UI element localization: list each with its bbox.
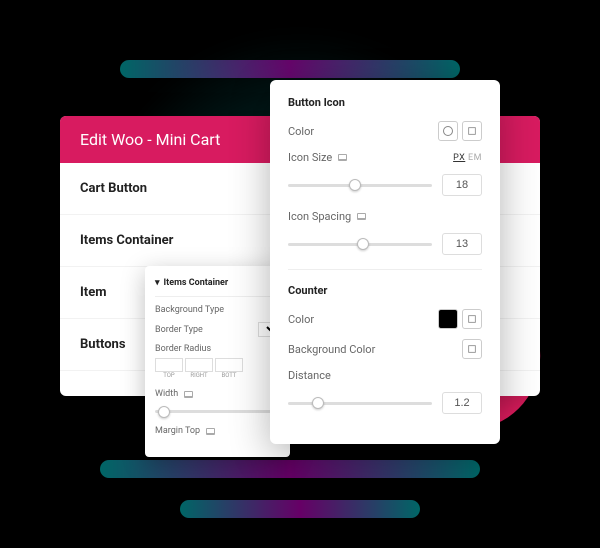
margin-top-label: Margin Top <box>155 426 200 436</box>
button-icon-heading: Button Icon <box>288 96 482 109</box>
caret-down-icon: ▾ <box>155 278 160 288</box>
radius-label-right: RIGHT <box>185 372 213 379</box>
border-radius-label: Border Radius <box>155 344 211 354</box>
unit-em[interactable]: EM <box>468 153 482 163</box>
items-container-panel: ▾ Items Container Background Type Border… <box>145 266 290 457</box>
icon-size-value[interactable] <box>442 174 482 196</box>
counter-distance-value[interactable] <box>442 392 482 414</box>
icon-size-label: Icon Size <box>288 151 332 164</box>
responsive-icon[interactable] <box>357 213 366 220</box>
responsive-icon[interactable] <box>184 391 193 398</box>
counter-color-label: Color <box>288 313 314 326</box>
icon-color-swatch[interactable] <box>462 121 482 141</box>
radius-right[interactable] <box>185 358 213 372</box>
style-panel: Button Icon Color Icon Size PX EM Icon S… <box>270 80 500 444</box>
counter-color-swatch[interactable] <box>438 309 458 329</box>
icon-spacing-label: Icon Spacing <box>288 210 351 223</box>
icon-spacing-value[interactable] <box>442 233 482 255</box>
width-label: Width <box>155 389 178 399</box>
counter-distance-label: Distance <box>288 369 331 382</box>
items-container-title[interactable]: Items Container <box>164 278 229 288</box>
radius-bottom[interactable] <box>215 358 243 372</box>
counter-distance-slider[interactable] <box>288 402 432 405</box>
counter-bgcolor-label: Background Color <box>288 343 375 356</box>
responsive-icon[interactable] <box>338 154 347 161</box>
unit-px[interactable]: PX <box>453 153 465 163</box>
border-radius-inputs <box>155 358 280 372</box>
responsive-icon[interactable] <box>206 428 215 435</box>
clear-color-icon[interactable] <box>462 309 482 329</box>
radius-label-bottom: BOTT <box>215 372 243 379</box>
icon-spacing-slider[interactable] <box>288 243 432 246</box>
icon-color-label: Color <box>288 125 314 138</box>
radius-top[interactable] <box>155 358 183 372</box>
counter-heading: Counter <box>288 284 482 297</box>
icon-size-slider[interactable] <box>288 184 432 187</box>
border-type-label: Border Type <box>155 325 203 335</box>
counter-bgcolor-swatch[interactable] <box>462 339 482 359</box>
bg-type-label: Background Type <box>155 305 224 315</box>
radius-label-top: TOP <box>155 372 183 379</box>
global-color-icon[interactable] <box>438 121 458 141</box>
width-slider[interactable] <box>155 410 280 413</box>
